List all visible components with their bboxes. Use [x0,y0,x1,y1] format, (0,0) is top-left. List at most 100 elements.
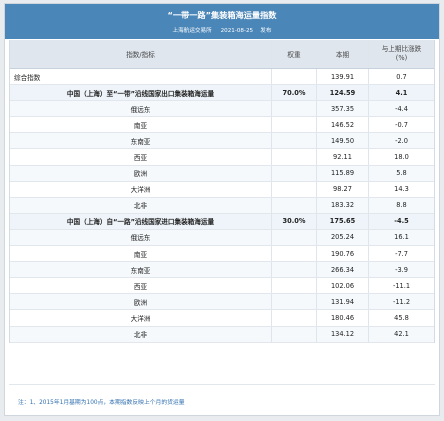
cell-change: 42.1 [394,330,409,339]
cell-change: -11.1 [392,281,411,290]
cell-weight [272,117,317,133]
cell-weight [272,229,317,246]
cell-weight [272,310,317,326]
cell-change: 8.8 [396,201,407,210]
cell-name: 欧洲 [10,165,272,181]
cell-current: 98.27 [317,181,369,197]
cell-weight [272,133,317,149]
table-row: 大洋洲 98.27 14.3 [10,181,434,198]
cell-weight [272,101,317,117]
header-current: 本期 [317,40,369,68]
table-row: 中国（上海）自“一路”沿线国家进口集装箱海运量 30.0% 175.65 -4.5 [10,213,434,230]
cell-change: -4.4 [395,104,408,113]
cell-name: 欧洲 [10,294,272,310]
cell-name: 南亚 [10,246,272,262]
cell-weight [272,165,317,181]
cell-change: 16.1 [394,233,409,242]
cell-current: 357.35 [317,101,369,117]
header-name: 指数/指标 [10,40,272,68]
table-row: 西亚 102.06 -11.1 [10,278,434,295]
cell-name: 西亚 [10,278,272,294]
header-change-line2: (%) [395,54,408,62]
cell-change: 14.3 [394,185,409,194]
table-header: 指数/指标 权重 本期 与上期比涨跌 (%) [10,40,434,69]
title-banner: “一带一路”集装箱海运量指数 上海航运交易所 2021-08-25 发布 [5,4,439,39]
cell-current: 205.24 [317,229,369,246]
cell-change: 18.0 [394,153,409,162]
cell-weight [272,197,317,213]
table-row: 南亚 146.52 -0.7 [10,117,434,134]
cell-current: 190.76 [317,246,369,262]
cell-name: 北非 [10,197,272,213]
table-body: 综合指数 139.91 0.7 中国（上海）至“一带”沿线国家出口集装箱海运量 70.0… [10,69,434,343]
cell-weight [272,326,317,342]
cell-current: 115.89 [317,165,369,181]
publish-date: 2021-08-25 [220,28,254,34]
publish-info: 上海航运交易所 2021-08-25 发布 [5,26,439,34]
cell-name: 综合指数 [10,69,272,85]
cell-current: 175.65 [317,213,369,229]
cell-current: 134.12 [317,326,369,342]
cell-current: 124.59 [317,85,369,101]
cell-change: -0.7 [395,120,408,129]
header-change: 与上期比涨跌 (%) [369,40,434,68]
table-row: 西亚 92.11 18.0 [10,149,434,166]
cell-current: 149.50 [317,133,369,149]
table-row: 北非 134.12 42.1 [10,326,434,343]
cell-change: -2.0 [395,136,408,145]
table-row: 东南亚 266.34 -3.9 [10,262,434,279]
cell-current: 183.32 [317,197,369,213]
cell-change: -3.9 [395,265,408,274]
cell-weight [272,69,317,85]
cell-change: 5.8 [396,169,407,178]
cell-name: 大洋洲 [10,181,272,197]
header-change-line1: 与上期比涨跌 [381,45,422,53]
cell-change: 4.1 [395,88,408,97]
table-row: 俄远东 357.35 -4.4 [10,101,434,118]
cell-change: -4.5 [394,217,409,226]
cell-weight [272,246,317,262]
publish-action: 发布 [260,28,272,34]
table-row: 欧洲 131.94 -11.2 [10,294,434,311]
cell-weight: 70.0% [272,85,317,101]
cell-weight [272,181,317,197]
cell-current: 180.46 [317,310,369,326]
cell-name: 北非 [10,326,272,342]
table-row: 中国（上海）至“一带”沿线国家出口集装箱海运量 70.0% 124.59 4.1 [10,85,434,102]
cell-weight [272,149,317,165]
cell-current: 131.94 [317,294,369,310]
cell-change: 45.8 [394,313,409,322]
cell-name: 俄远东 [10,101,272,117]
table-row: 北非 183.32 8.8 [10,197,434,214]
cell-weight: 30.0% [272,213,317,229]
footnote: 注：1、2015年1月基期为100点，本期指数反映上个月的货运量 [18,400,185,406]
cell-change: -11.2 [392,297,411,306]
cell-name: 西亚 [10,149,272,165]
page-title: “一带一路”集装箱海运量指数 [167,10,277,20]
cell-name: 俄远东 [10,229,272,246]
cell-name: 东南亚 [10,262,272,278]
index-table: 指数/指标 权重 本期 与上期比涨跌 (%) 综合指数 139.91 0.7 中国（上… [9,40,435,343]
table-row: 大洋洲 180.46 45.8 [10,310,434,327]
cell-name: 中国（上海）至“一带”沿线国家出口集装箱海运量 [10,85,272,101]
cell-change: -7.7 [395,249,408,258]
cell-current: 102.06 [317,278,369,294]
cell-current: 146.52 [317,117,369,133]
table-row: 综合指数 139.91 0.7 [10,69,434,86]
cell-change: 0.7 [396,72,407,81]
index-card: “一带一路”集装箱海运量指数 上海航运交易所 2021-08-25 发布 指数/… [4,3,440,416]
table-row: 俄远东 205.24 16.1 [10,229,434,247]
table-row: 东南亚 149.50 -2.0 [10,133,434,150]
cell-weight [272,262,317,278]
cell-weight [272,278,317,294]
table-row: 欧洲 115.89 5.8 [10,165,434,182]
divider [9,384,435,385]
cell-name: 大洋洲 [10,310,272,326]
table-row: 南亚 190.76 -7.7 [10,246,434,263]
cell-current: 266.34 [317,262,369,278]
cell-current: 92.11 [317,149,369,165]
publisher: 上海航运交易所 [172,28,212,34]
header-weight: 权重 [272,40,317,68]
cell-name: 南亚 [10,117,272,133]
cell-weight [272,294,317,310]
